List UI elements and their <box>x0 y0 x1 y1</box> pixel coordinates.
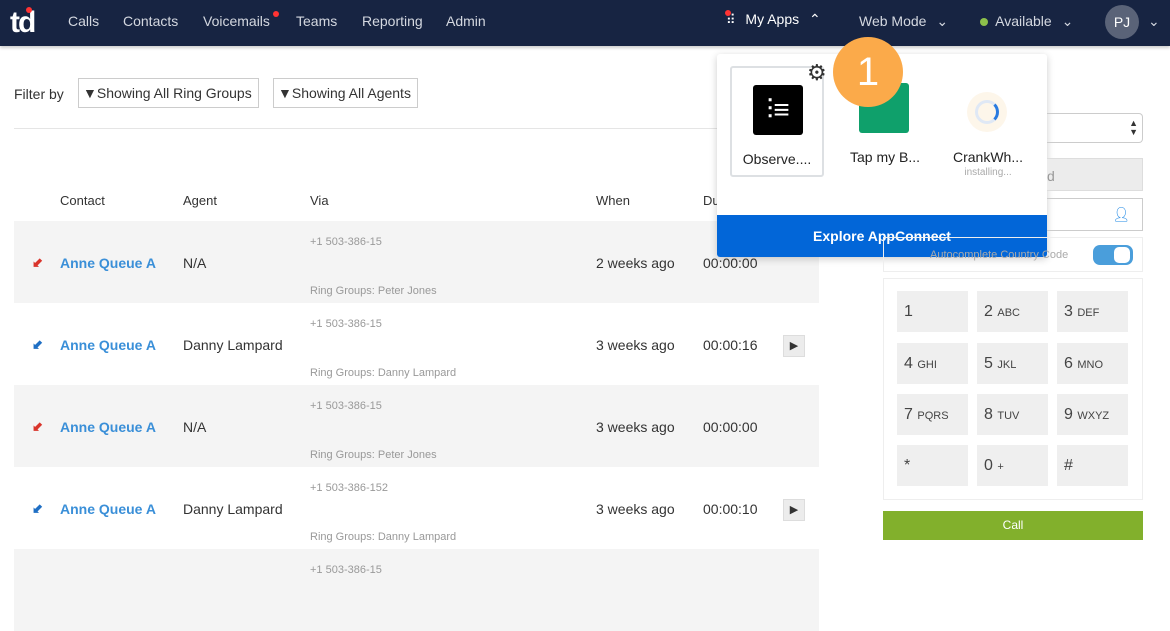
nav-reporting[interactable]: Reporting <box>362 13 423 29</box>
nav-contacts[interactable]: Contacts <box>123 13 178 29</box>
play-recording-button[interactable]: ▶ <box>783 335 805 357</box>
ring-group: Ring Groups: Danny Lampard <box>310 367 457 379</box>
keypad-key[interactable]: 2 ABC <box>977 291 1048 332</box>
status-menu[interactable]: Available ⌄ <box>980 13 1073 30</box>
col-via: Via <box>310 193 329 208</box>
table-row[interactable]: ⬋ Anne Queue A Danny Lampard Ring Groups: D… <box>14 467 819 549</box>
keypad-key[interactable]: # <box>1057 445 1128 486</box>
select-arrows-icon: ▲ ▼ <box>1129 118 1138 137</box>
keypad-key[interactable]: 1 <box>897 291 968 332</box>
filter-icon: ▼ <box>83 85 97 101</box>
col-agent: Agent <box>183 193 217 208</box>
table-row[interactable]: ⬋ Anne Queue A N/A Ring Groups: Peter Jones… <box>14 221 819 303</box>
web-mode-menu[interactable]: Web Mode ⌄ <box>859 13 948 30</box>
when: 3 weeks ago <box>596 337 675 353</box>
chevron-down-icon[interactable]: ⌄ <box>1148 13 1160 30</box>
nav-teams[interactable]: Teams <box>296 13 337 29</box>
status-dot <box>980 18 988 26</box>
filter-icon: ▼ <box>278 85 292 101</box>
via-number: +1 503-386-152 <box>310 482 388 494</box>
when: 3 weeks ago <box>596 501 675 517</box>
my-apps-menu[interactable]: ⠿ My Apps ⌃ <box>726 11 821 28</box>
keypad-key[interactable]: * <box>897 445 968 486</box>
autocomplete-toggle[interactable] <box>1093 245 1133 265</box>
agent-name: N/A <box>183 255 207 271</box>
observe-logo-icon: ⫶≡ <box>753 85 803 135</box>
missed-call-icon: ⬋ <box>32 255 43 270</box>
keypad-key[interactable]: 6 MNO <box>1057 343 1128 384</box>
when: 2 weeks ago <box>596 255 675 271</box>
keypad-key[interactable]: 4 GHI <box>897 343 968 384</box>
keypad-key[interactable]: 7 PQRS <box>897 394 968 435</box>
top-nav: td Calls Contacts Voicemails Teams Repor… <box>0 0 1170 46</box>
dialer-field-disabled: d <box>1047 158 1143 191</box>
via-number: +1 503-386-15 <box>310 318 382 330</box>
chevron-up-icon: ⌃ <box>809 11 821 27</box>
duration: 00:00:00 <box>703 255 758 271</box>
duration: 00:00:10 <box>703 501 758 517</box>
table-row[interactable]: +1 503-386-15 <box>14 549 819 631</box>
ring-groups-filter[interactable]: ▼Showing All Ring Groups <box>78 78 259 108</box>
apps-notification-dot <box>725 10 731 16</box>
contact-link[interactable]: Anne Queue A <box>60 337 156 353</box>
via-number: +1 503-386-15 <box>310 400 382 412</box>
table-row[interactable]: ⬋ Anne Queue A N/A Ring Groups: Peter Jones… <box>14 385 819 467</box>
col-when: When <box>596 193 630 208</box>
gear-icon[interactable]: ⚙ <box>807 60 827 86</box>
via-number: +1 503-386-15 <box>310 236 382 248</box>
keypad-key[interactable]: 9 WXYZ <box>1057 394 1128 435</box>
contact-link[interactable]: Anne Queue A <box>60 255 156 271</box>
contact-link[interactable]: Anne Queue A <box>60 419 156 435</box>
duration: 00:00:16 <box>703 337 758 353</box>
app-crankwheel[interactable]: CrankWh... installing... <box>941 66 1035 178</box>
when: 3 weeks ago <box>596 419 675 435</box>
avatar[interactable]: PJ <box>1105 5 1139 39</box>
agent-name: Danny Lampard <box>183 337 283 353</box>
keypad-key[interactable]: 0 + <box>977 445 1048 486</box>
loading-spinner-icon <box>967 92 1007 132</box>
chevron-down-icon: ⌄ <box>1061 13 1074 29</box>
ring-group: Ring Groups: Peter Jones <box>310 449 437 461</box>
nav-voicemails[interactable]: Voicemails <box>203 13 270 29</box>
voicemail-notification-dot <box>273 11 279 17</box>
agent-name: Danny Lampard <box>183 501 283 517</box>
ring-group: Ring Groups: Peter Jones <box>310 285 437 297</box>
via-number: +1 503-386-15 <box>310 564 382 576</box>
contact-link[interactable]: Anne Queue A <box>60 501 156 517</box>
ring-group: Ring Groups: Danny Lampard <box>310 531 457 543</box>
keypad-key[interactable]: 8 TUV <box>977 394 1048 435</box>
agents-filter[interactable]: ▼Showing All Agents <box>273 78 418 108</box>
chevron-down-icon: ⌄ <box>936 13 949 29</box>
nav-calls[interactable]: Calls <box>68 13 99 29</box>
logo-dot <box>26 7 32 13</box>
call-button[interactable]: Call <box>883 511 1143 540</box>
autocomplete-row: Autocomplete Country Code <box>883 237 1143 272</box>
agent-name: N/A <box>183 419 207 435</box>
contact-person-icon[interactable]: 👤︎ <box>1112 206 1130 223</box>
dialer-number-input[interactable]: 👤︎ <box>1047 198 1143 231</box>
inbound-call-icon: ⬋ <box>32 337 43 352</box>
keypad-key[interactable]: 5 JKL <box>977 343 1048 384</box>
filter-label: Filter by <box>14 86 64 102</box>
inbound-call-icon: ⬋ <box>32 501 43 516</box>
step-badge: 1 <box>833 37 903 107</box>
nav-admin[interactable]: Admin <box>446 13 486 29</box>
dialer-select[interactable]: ▲ ▼ <box>1047 113 1143 143</box>
table-row[interactable]: ⬋ Anne Queue A Danny Lampard Ring Groups: D… <box>14 303 819 385</box>
keypad-key[interactable]: 3 DEF <box>1057 291 1128 332</box>
missed-call-icon: ⬋ <box>32 419 43 434</box>
col-contact: Contact <box>60 193 105 208</box>
duration: 00:00:00 <box>703 419 758 435</box>
play-recording-button[interactable]: ▶ <box>783 499 805 521</box>
